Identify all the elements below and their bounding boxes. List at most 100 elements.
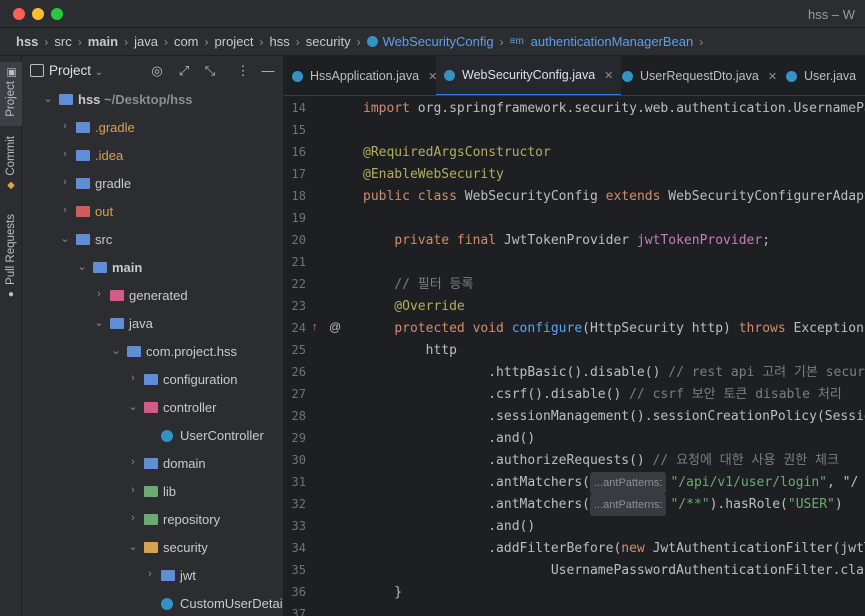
folder-icon <box>76 206 90 217</box>
tool-window-strip: ▣ Project Commit ◆ Pull Requests ● <box>0 56 22 616</box>
code-token: .antMatchers( <box>363 497 590 512</box>
chevron-right-icon: › <box>124 34 129 49</box>
expand-all-icon[interactable]: ⤢ <box>176 63 192 79</box>
tree-item-gradle[interactable]: › gradle <box>22 170 283 198</box>
tree-item-src[interactable]: ⌄ src <box>22 226 283 254</box>
line-number: 15 <box>291 123 306 137</box>
chevron-right-icon[interactable]: › <box>59 176 71 188</box>
tree-item-java[interactable]: ⌄ java <box>22 310 283 338</box>
chevron-right-icon[interactable]: › <box>127 372 139 384</box>
tree-item-label: java <box>129 316 153 331</box>
tree-item-gradle[interactable]: › .gradle <box>22 114 283 142</box>
editor-tab[interactable]: WebSecurityConfig.java ✕ <box>436 56 622 95</box>
breadcrumb-java[interactable]: java <box>134 34 158 49</box>
tree-item-generated[interactable]: › generated <box>22 282 283 310</box>
code-token: WebSecurityConfigurerAdapter <box>668 189 865 204</box>
tree-item-main[interactable]: ⌄ main <box>22 254 283 282</box>
tab-label: HssApplication.java <box>310 69 420 83</box>
editor-tab[interactable]: HssApplication.java ✕ <box>284 56 445 95</box>
chevron-right-icon[interactable]: › <box>59 120 71 132</box>
minimize-window-button[interactable] <box>32 8 44 20</box>
tree-item-controller[interactable]: ⌄ controller <box>22 394 283 422</box>
tree-item-lib[interactable]: › lib <box>22 478 283 506</box>
tree-item-jwt[interactable]: › jwt <box>22 562 283 590</box>
annotation-marker-icon[interactable]: @ <box>329 320 341 334</box>
options-menu-icon[interactable]: ⋮ <box>235 63 251 79</box>
breadcrumb-src[interactable]: src <box>54 34 71 49</box>
collapse-all-icon[interactable]: ⤡ <box>202 63 218 79</box>
commit-icon: ◆ <box>7 179 15 191</box>
commit-tool-button[interactable]: Commit ◆ <box>0 136 22 198</box>
tree-item-out[interactable]: › out <box>22 198 283 226</box>
chevron-right-icon[interactable]: › <box>127 456 139 468</box>
chevron-right-icon[interactable]: › <box>144 568 156 580</box>
project-tool-button[interactable]: ▣ Project <box>0 62 22 126</box>
code-token: .addFilterBefore( <box>363 541 622 556</box>
editor-tab[interactable]: UserRequestDto.java ✕ <box>614 56 785 95</box>
breadcrumb-method[interactable]: authenticationManagerBean <box>531 34 694 49</box>
chevron-right-icon[interactable]: › <box>127 512 139 524</box>
breadcrumb-security[interactable]: security <box>306 34 351 49</box>
breadcrumb-project[interactable]: project <box>215 34 254 49</box>
tree-item-idea[interactable]: › .idea <box>22 142 283 170</box>
code-editor[interactable]: import org.springframework.security.web.… <box>352 96 865 616</box>
tree-item-repository[interactable]: › repository <box>22 506 283 534</box>
chevron-down-icon[interactable]: ⌄ <box>59 232 71 245</box>
tree-item-com-project-hss[interactable]: ⌄ com.project.hss <box>22 338 283 366</box>
close-tab-icon[interactable]: ✕ <box>768 70 777 83</box>
breadcrumb-class[interactable]: WebSecurityConfig <box>383 34 494 49</box>
line-number: 25 <box>291 343 306 357</box>
tree-item-hss[interactable]: ⌄ hss ~/Desktop/hss <box>22 86 283 114</box>
project-view-icon <box>30 64 44 77</box>
code-line: .and() <box>363 428 535 450</box>
tree-item-usercontroller[interactable]: UserController <box>22 422 283 450</box>
chevron-down-icon[interactable]: ⌄ <box>127 540 139 553</box>
code-token: .and() <box>363 519 536 534</box>
chevron-down-icon[interactable]: ⌄ <box>93 316 105 329</box>
pull-requests-tool-button[interactable]: Pull Requests ● <box>0 214 22 309</box>
folder-icon <box>110 290 124 301</box>
code-token: "USER" <box>787 497 835 512</box>
line-number: 16 <box>291 145 306 159</box>
project-view-dropdown[interactable]: Project ⌄ <box>49 63 103 78</box>
chevron-down-icon[interactable]: ⌄ <box>127 400 139 413</box>
tree-item-label: security <box>163 540 208 555</box>
hide-panel-icon[interactable]: — <box>260 63 276 79</box>
breadcrumb-hss-pkg[interactable]: hss <box>270 34 290 49</box>
chevron-down-icon[interactable]: ⌄ <box>42 92 54 105</box>
tree-item-customuserdetails[interactable]: CustomUserDetailS <box>22 590 283 616</box>
code-line: protected void configure(HttpSecurity ht… <box>363 318 865 340</box>
code-token: JwtAuthenticationFilter(jwtTo <box>652 541 865 556</box>
breadcrumb-com[interactable]: com <box>174 34 199 49</box>
tab-label: User.java <box>804 69 857 83</box>
tree-item-domain[interactable]: › domain <box>22 450 283 478</box>
folder-icon <box>93 262 107 273</box>
line-number: 35 <box>291 563 306 577</box>
tree-item-configuration[interactable]: › configuration <box>22 366 283 394</box>
line-number: 17 <box>291 167 306 181</box>
close-tab-icon[interactable]: ✕ <box>604 69 613 82</box>
java-class-icon <box>786 70 797 82</box>
chevron-right-icon[interactable]: › <box>59 148 71 160</box>
breadcrumb-hss[interactable]: hss <box>16 34 38 49</box>
tree-item-label: hss ~/Desktop/hss <box>78 92 193 107</box>
chevron-right-icon[interactable]: › <box>127 484 139 496</box>
close-window-button[interactable] <box>13 8 25 20</box>
chevron-right-icon: › <box>77 34 82 49</box>
folder-icon <box>144 486 158 497</box>
locate-file-icon[interactable]: ◎ <box>149 63 165 79</box>
java-class-icon <box>292 70 303 82</box>
chevron-down-icon[interactable]: ⌄ <box>76 260 88 273</box>
overrides-method-icon[interactable]: ↑ <box>312 321 318 333</box>
tree-item-security[interactable]: ⌄ security <box>22 534 283 562</box>
folder-icon <box>76 234 90 245</box>
class-icon <box>366 36 378 47</box>
breadcrumb-main[interactable]: main <box>88 34 118 49</box>
code-line: import org.springframework.security.web.… <box>363 98 865 120</box>
chevron-right-icon[interactable]: › <box>59 204 71 216</box>
chevron-down-icon[interactable]: ⌄ <box>110 344 122 357</box>
chevron-right-icon[interactable]: › <box>93 288 105 300</box>
zoom-window-button[interactable] <box>51 8 63 20</box>
editor-tab[interactable]: User.java✕ <box>778 56 865 95</box>
code-token: public class <box>363 189 465 204</box>
